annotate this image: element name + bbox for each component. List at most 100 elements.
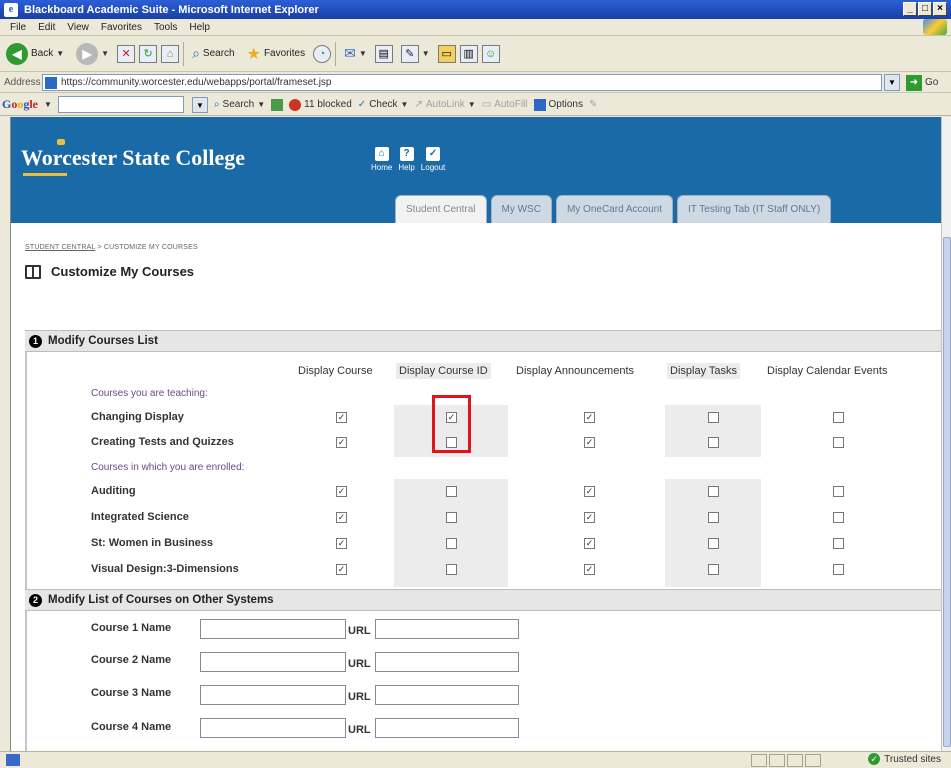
address-dropdown-icon[interactable]: ▼ xyxy=(884,74,900,91)
display-announcements-checkbox[interactable] xyxy=(584,512,595,523)
page-icon xyxy=(45,76,57,89)
course-2-url-input[interactable] xyxy=(375,652,519,672)
enrolled-group-label: Courses in which you are enrolled: xyxy=(91,462,245,473)
course-3-name-input[interactable] xyxy=(200,685,346,705)
research-icon[interactable]: ▥ xyxy=(459,44,478,63)
display-calendar-events-checkbox[interactable] xyxy=(833,564,844,575)
favorites-button[interactable]: ★ Favorites xyxy=(243,42,309,66)
back-button[interactable]: ◀ Back ▼ xyxy=(2,41,68,67)
book-icon xyxy=(25,264,41,279)
display-course-checkbox[interactable] xyxy=(336,437,347,448)
display-course-id-checkbox[interactable] xyxy=(446,486,457,497)
display-calendar-events-checkbox[interactable] xyxy=(833,412,844,423)
autolink-label: AutoLink xyxy=(425,99,465,110)
google-search-input[interactable] xyxy=(57,96,184,113)
display-course-checkbox[interactable] xyxy=(336,564,347,575)
security-zone[interactable]: ✓ Trusted sites xyxy=(868,753,941,765)
menu-help[interactable]: Help xyxy=(183,22,216,33)
display-announcements-checkbox[interactable] xyxy=(584,437,595,448)
google-search-button[interactable]: ⌕ Search ▼ xyxy=(214,99,265,110)
popup-blocker-button[interactable]: 11 blocked xyxy=(289,98,352,111)
display-course-id-checkbox[interactable] xyxy=(446,512,457,523)
course-2-name-label: Course 2 Name xyxy=(91,654,172,666)
scrollbar-thumb[interactable] xyxy=(943,237,951,747)
chevron-down-icon: ▼ xyxy=(257,100,266,109)
close-button[interactable]: × xyxy=(933,2,947,16)
display-announcements-checkbox[interactable] xyxy=(584,486,595,497)
course-1-url-input[interactable] xyxy=(375,619,519,639)
home-link[interactable]: ⌂ Home xyxy=(371,147,392,172)
window-title: Blackboard Academic Suite - Microsoft In… xyxy=(24,3,319,16)
vertical-scrollbar[interactable] xyxy=(941,117,951,751)
display-announcements-checkbox[interactable] xyxy=(584,538,595,549)
course-4-url-input[interactable] xyxy=(375,718,519,738)
help-icon: ? xyxy=(399,147,414,161)
highlight-pen-icon[interactable]: ✎ xyxy=(589,99,597,110)
display-calendar-events-checkbox[interactable] xyxy=(833,437,844,448)
menu-edit[interactable]: Edit xyxy=(32,22,61,33)
section-modify-other-systems: 2 Modify List of Courses on Other System… xyxy=(25,589,941,611)
refresh-icon[interactable]: ↻ xyxy=(139,44,158,63)
autofill-icon: ▭ xyxy=(481,99,492,110)
help-link[interactable]: ? Help xyxy=(398,147,415,172)
display-tasks-checkbox[interactable] xyxy=(708,437,719,448)
course-4-name-input[interactable] xyxy=(200,718,346,738)
google-dropdown-icon[interactable]: ▼ xyxy=(191,96,208,113)
tab-student-central[interactable]: Student Central xyxy=(395,195,487,223)
mail-button[interactable]: ✉ ▼ xyxy=(340,43,371,64)
display-tasks-checkbox[interactable] xyxy=(708,486,719,497)
autolink-button[interactable]: ↗ AutoLink ▼ xyxy=(414,99,475,110)
display-tasks-checkbox[interactable] xyxy=(708,512,719,523)
column-header-display-course-id: Display Course ID xyxy=(396,363,491,379)
tab-my-onecard-account[interactable]: My OneCard Account xyxy=(555,195,673,223)
menu-view[interactable]: View xyxy=(61,22,95,33)
options-button[interactable]: Options xyxy=(533,98,583,111)
menu-file[interactable]: File xyxy=(4,22,32,33)
chevron-down-icon[interactable]: ▼ xyxy=(44,100,52,109)
minimize-button[interactable]: _ xyxy=(903,2,917,16)
search-label: Search xyxy=(202,48,235,59)
course-3-url-label: URL xyxy=(348,691,371,703)
display-calendar-events-checkbox[interactable] xyxy=(833,512,844,523)
display-tasks-checkbox[interactable] xyxy=(708,412,719,423)
messenger-icon[interactable]: ☺ xyxy=(481,44,500,63)
forward-button[interactable]: ▶ ▼ xyxy=(72,41,113,67)
home-icon[interactable]: ⌂ xyxy=(161,44,180,63)
folder-icon[interactable]: ▭ xyxy=(437,44,456,63)
column-header-display-calendar-events: Display Calendar Events xyxy=(767,365,888,377)
display-course-checkbox[interactable] xyxy=(336,486,347,497)
display-course-checkbox[interactable] xyxy=(336,538,347,549)
display-announcements-checkbox[interactable] xyxy=(584,412,595,423)
spell-check-button[interactable]: ✓ Check ▼ xyxy=(358,99,409,110)
zone-label: Trusted sites xyxy=(884,753,941,765)
maximize-button[interactable]: □ xyxy=(918,2,932,16)
menu-tools[interactable]: Tools xyxy=(148,22,183,33)
edit-button[interactable]: ✎ ▼ xyxy=(397,43,434,65)
logout-link[interactable]: ✓ Logout xyxy=(421,147,445,172)
course-2-url-label: URL xyxy=(348,658,371,670)
display-course-checkbox[interactable] xyxy=(336,512,347,523)
display-calendar-events-checkbox[interactable] xyxy=(833,538,844,549)
print-icon[interactable]: ▤ xyxy=(374,44,393,63)
teaching-group-label: Courses you are teaching: xyxy=(91,388,208,399)
display-tasks-checkbox[interactable] xyxy=(708,564,719,575)
address-input[interactable]: https://community.worcester.edu/webapps/… xyxy=(42,74,882,91)
course-3-url-input[interactable] xyxy=(375,685,519,705)
display-announcements-checkbox[interactable] xyxy=(584,564,595,575)
go-button[interactable]: ➜ Go xyxy=(906,74,938,91)
search-button[interactable]: ⌕ Search xyxy=(188,43,239,64)
tab-my-wsc[interactable]: My WSC xyxy=(490,195,552,223)
course-1-name-input[interactable] xyxy=(200,619,346,639)
menu-favorites[interactable]: Favorites xyxy=(95,22,148,33)
course-2-name-input[interactable] xyxy=(200,652,346,672)
autofill-button[interactable]: ▭ AutoFill xyxy=(482,99,528,110)
history-icon[interactable]: ◔ xyxy=(313,44,332,63)
display-course-id-checkbox[interactable] xyxy=(446,564,457,575)
display-course-id-checkbox[interactable] xyxy=(446,538,457,549)
stop-icon[interactable]: ✕ xyxy=(117,44,136,63)
display-calendar-events-checkbox[interactable] xyxy=(833,486,844,497)
display-tasks-checkbox[interactable] xyxy=(708,538,719,549)
breadcrumb-link[interactable]: STUDENT CENTRAL xyxy=(25,244,95,251)
tab-it-testing[interactable]: IT Testing Tab (IT Staff ONLY) xyxy=(677,195,832,223)
display-course-checkbox[interactable] xyxy=(336,412,347,423)
